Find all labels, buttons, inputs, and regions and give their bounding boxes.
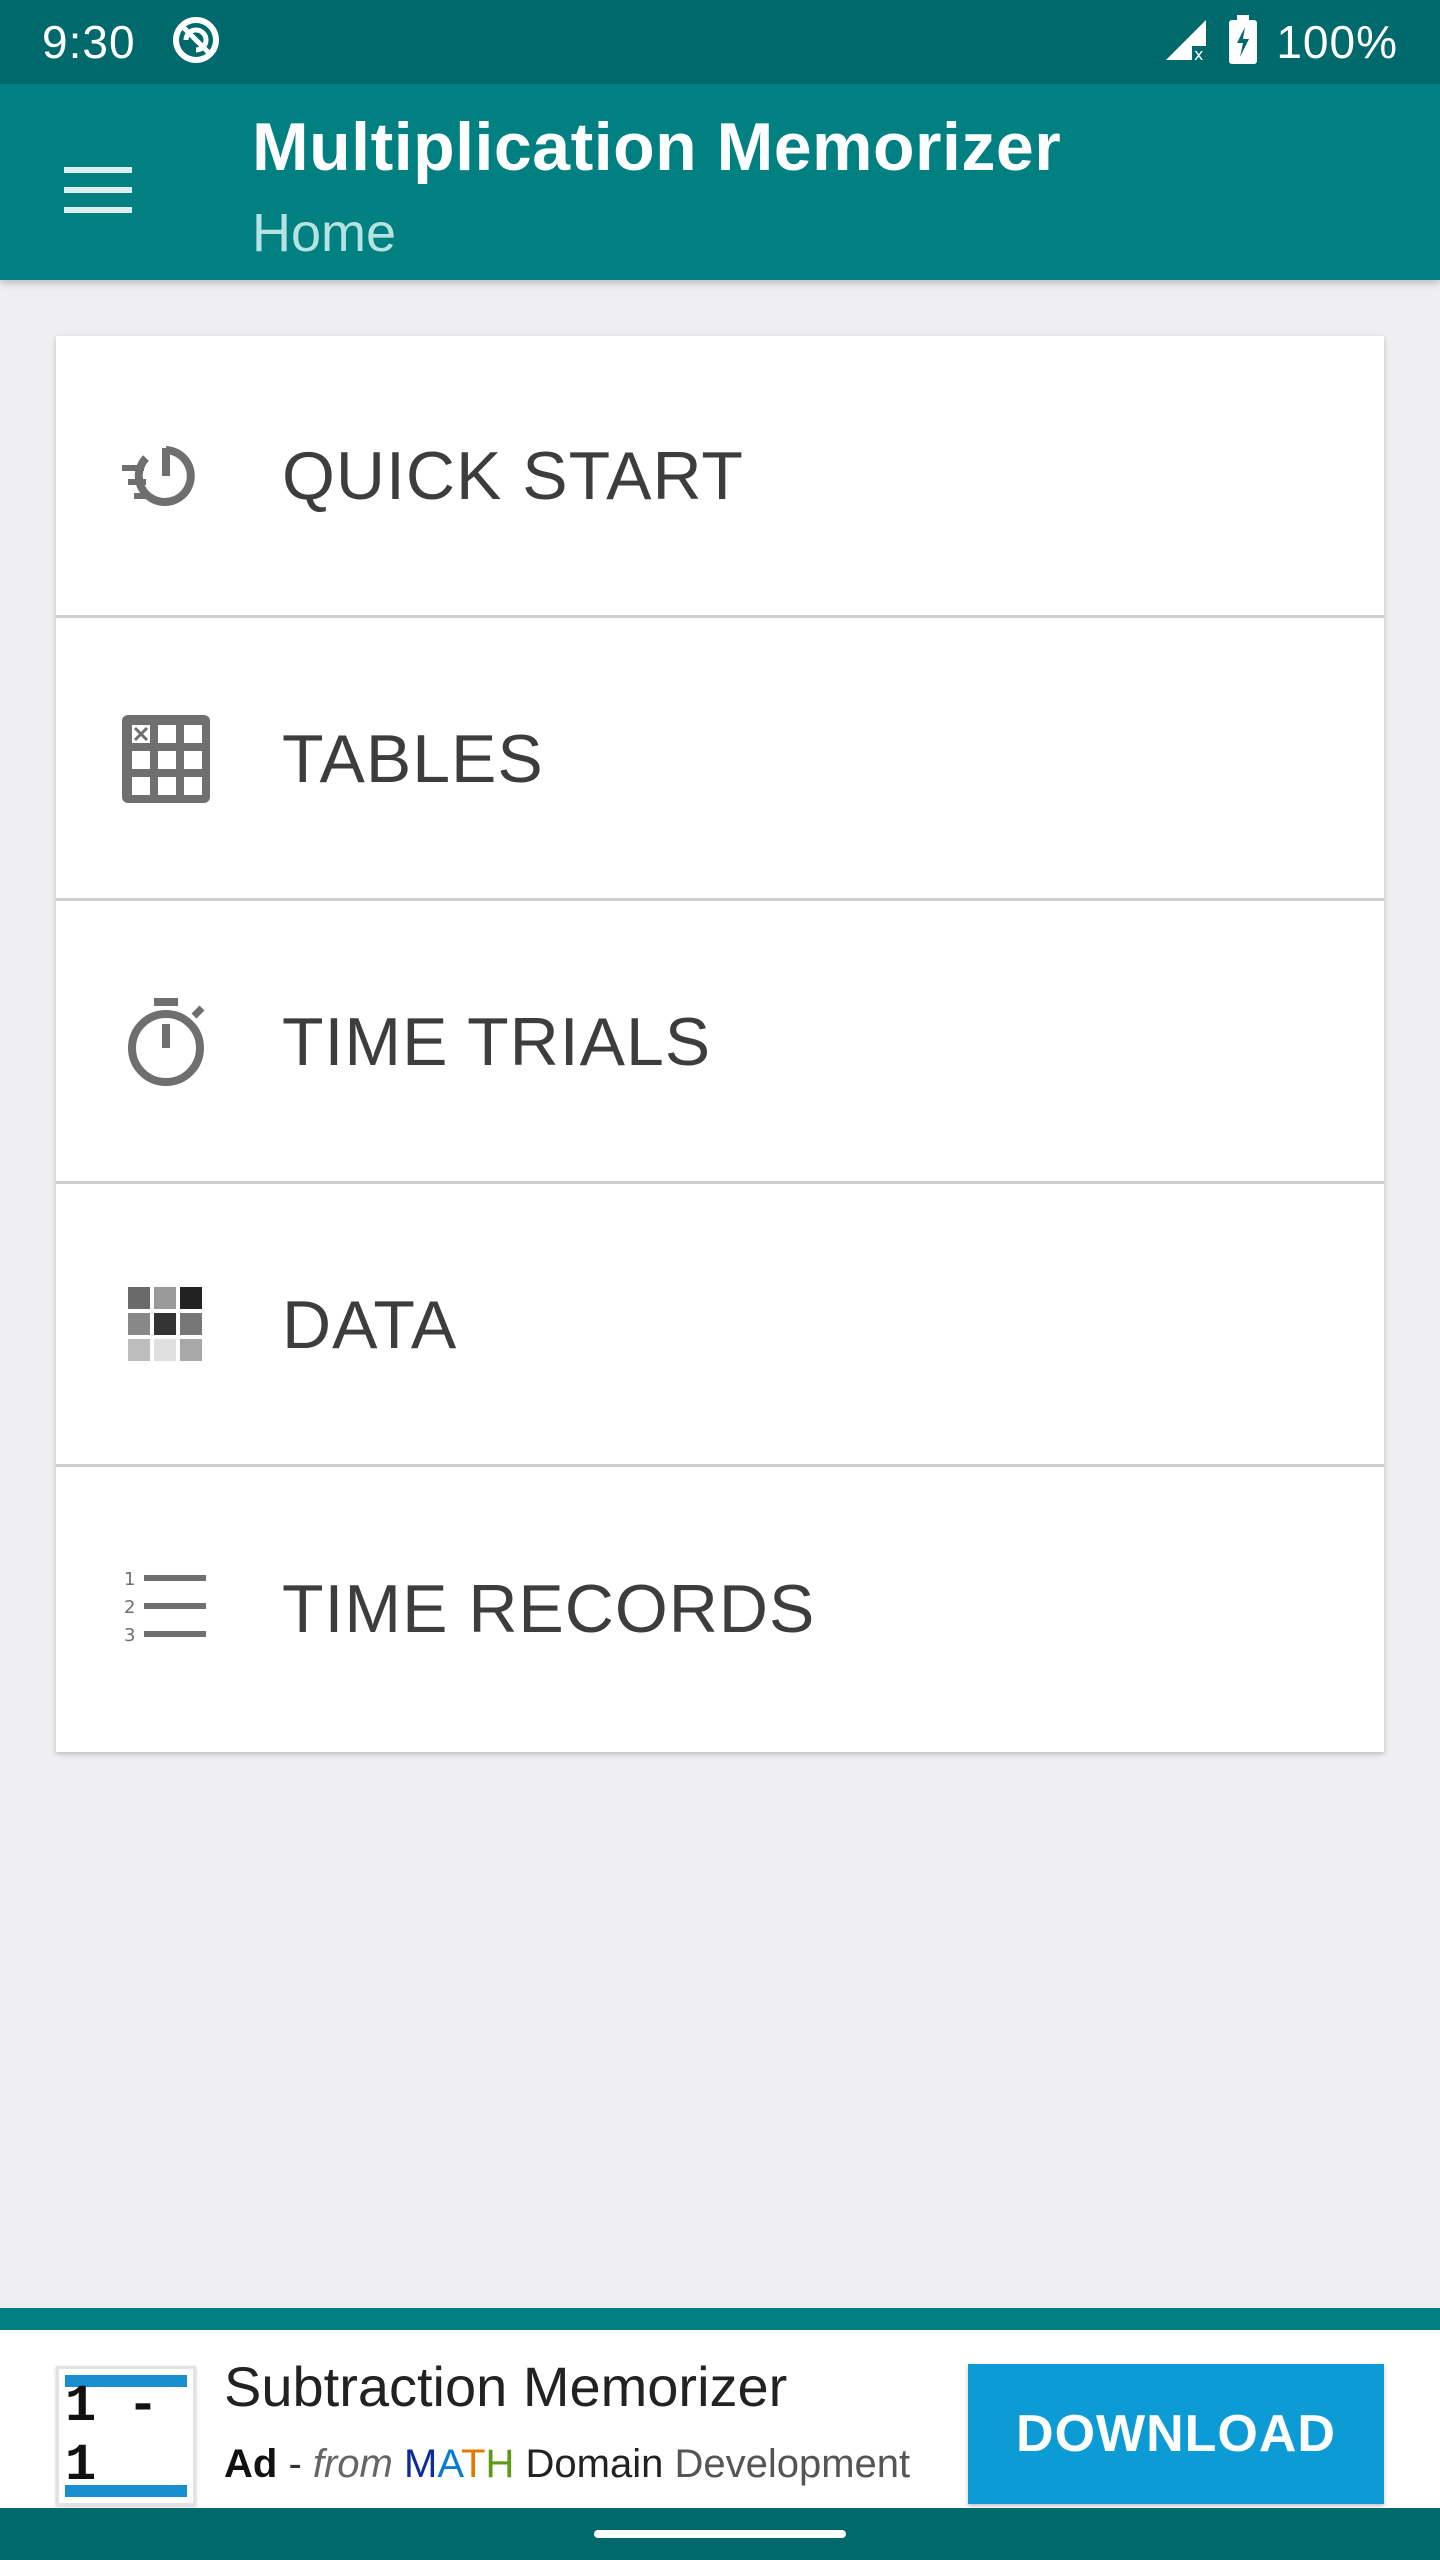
menu-label-data: DATA — [282, 1286, 458, 1363]
ad-app-icon[interactable]: 1 - 1 — [56, 2366, 196, 2506]
ad-app-icon-text: 1 - 1 — [65, 2375, 187, 2497]
quick-start-icon — [116, 426, 216, 526]
app-subtitle: Home — [252, 203, 397, 263]
svg-text:1: 1 — [124, 1569, 135, 1590]
data-grid-icon — [116, 1275, 216, 1375]
numbered-list-icon: 1 2 3 — [116, 1559, 216, 1659]
ad-publisher-domain: Domain — [525, 2442, 664, 2486]
menu-label-time-records: TIME RECORDS — [282, 1571, 816, 1647]
ad-attribution: Ad - from MATH Domain Development — [224, 2442, 910, 2487]
menu-item-data[interactable]: DATA — [56, 1185, 1384, 1467]
ad-app-name[interactable]: Subtraction Memorizer — [224, 2354, 787, 2419]
gesture-handle[interactable] — [594, 2530, 846, 2538]
status-bar: 9:30 x 100% — [0, 0, 1440, 84]
hamburger-menu-button[interactable] — [54, 148, 142, 236]
home-menu-card: QUICK START TABLES TIME TRIALS DATA 1 2 … — [56, 336, 1384, 1752]
battery-charging-icon — [1228, 14, 1258, 70]
ad-publisher-a: A — [437, 2442, 462, 2486]
status-left: 9:30 — [42, 14, 222, 71]
menu-item-time-trials[interactable]: TIME TRIALS — [56, 902, 1384, 1184]
app-bar: Multiplication Memorizer Home — [0, 84, 1440, 280]
status-time: 9:30 — [42, 16, 136, 68]
signal-icon: x — [1162, 16, 1210, 69]
hamburger-menu-icon — [64, 165, 132, 220]
stopwatch-icon — [116, 992, 216, 1092]
ad-separator: - — [277, 2442, 313, 2486]
download-button[interactable]: DOWNLOAD — [968, 2364, 1384, 2504]
ad-publisher-m: M — [404, 2442, 438, 2486]
menu-label-quick-start: QUICK START — [282, 437, 744, 514]
ad-badge: Ad — [224, 2442, 278, 2486]
menu-label-tables: TABLES — [282, 720, 544, 797]
ad-publisher-math: MATH — [404, 2442, 514, 2486]
tables-grid-icon — [116, 709, 216, 809]
ad-publisher-development: Development — [674, 2442, 911, 2486]
ad-publisher-h: H — [485, 2442, 515, 2486]
svg-text:2: 2 — [124, 1597, 135, 1618]
status-right: x 100% — [1162, 14, 1398, 70]
app-title: Multiplication Memorizer — [252, 109, 1062, 185]
ad-publisher-t: T — [461, 2442, 486, 2486]
menu-item-quick-start[interactable]: QUICK START — [56, 336, 1384, 618]
menu-item-time-records[interactable]: 1 2 3 TIME RECORDS — [56, 1468, 1384, 1750]
battery-percentage: 100% — [1276, 16, 1398, 68]
menu-label-time-trials: TIME TRIALS — [282, 1003, 712, 1080]
svg-text:x: x — [1194, 45, 1203, 64]
ad-from-text: from — [312, 2442, 393, 2486]
sync-icon — [170, 14, 222, 71]
menu-item-tables[interactable]: TABLES — [56, 619, 1384, 901]
svg-text:3: 3 — [124, 1625, 135, 1646]
